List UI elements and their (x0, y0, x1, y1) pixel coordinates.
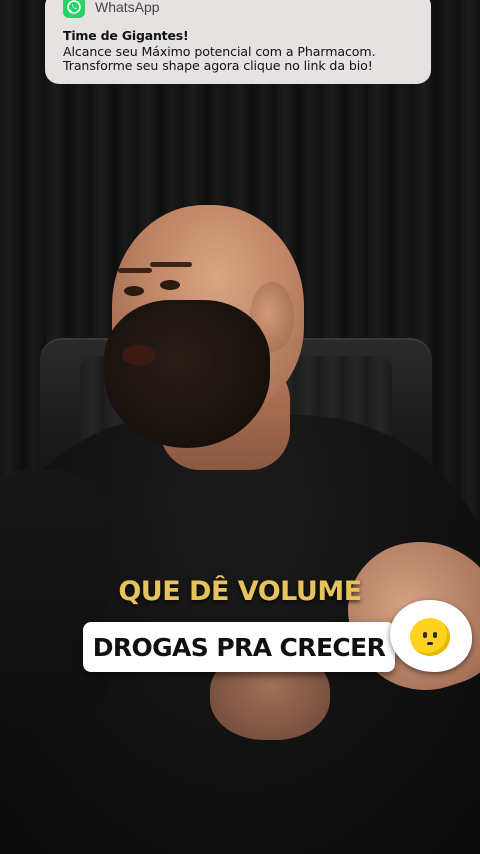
notification-body-line: Transforme seu shape agora clique no lin… (63, 58, 373, 73)
person-brow-left (118, 268, 152, 273)
notification-body-line: Alcance seu Máximo potencial com a Pharm… (63, 44, 376, 59)
whatsapp-icon (63, 0, 85, 18)
notification-app-name: WhatsApp (95, 0, 160, 15)
person-mouth (122, 345, 156, 365)
egg-yolk (410, 618, 450, 656)
notification-header: WhatsApp (63, 0, 415, 18)
yolk-eye (433, 632, 437, 638)
caption-boxed-text: DROGAS PRA CRECER (92, 632, 386, 662)
person-eye-right (160, 280, 180, 290)
caption-highlight: QUE DÊ VOLUME (118, 576, 362, 607)
yolk-eye (423, 632, 427, 638)
person-brow-right (150, 262, 192, 267)
person-beard (104, 300, 270, 448)
person-eye-left (124, 286, 144, 296)
notification-body: Alcance seu Máximo potencial com a Pharm… (63, 45, 415, 73)
caption-box: DROGAS PRA CRECER (83, 622, 395, 672)
notification-title: Time de Gigantes! (63, 28, 189, 43)
yolk-mouth (427, 642, 433, 645)
video-frame[interactable]: WhatsApp Time de Gigantes! Alcance seu M… (0, 0, 480, 854)
fried-egg-icon (390, 600, 472, 672)
whatsapp-notification[interactable]: WhatsApp Time de Gigantes! Alcance seu M… (45, 0, 431, 84)
